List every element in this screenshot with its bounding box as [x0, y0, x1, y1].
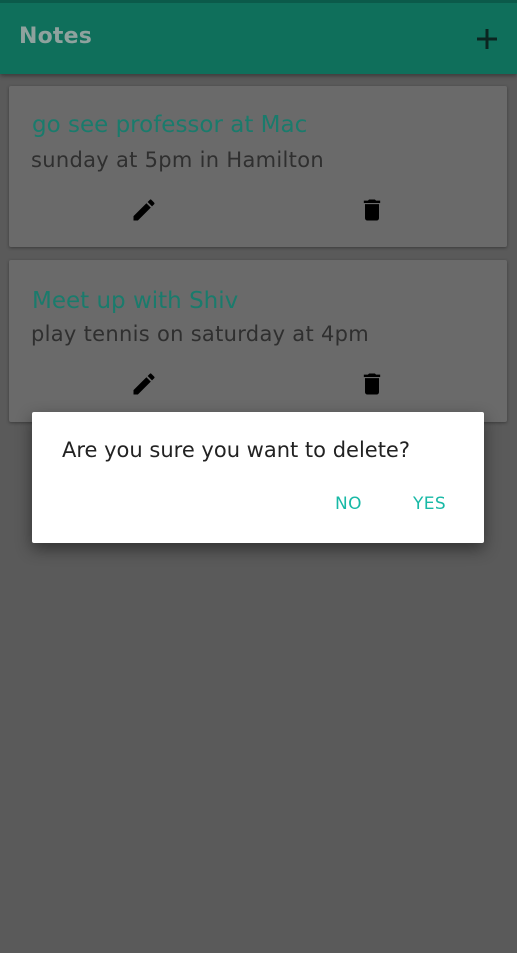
note-title: Meet up with Shiv — [32, 288, 239, 314]
note-body: sunday at 5pm in Hamilton — [31, 148, 324, 172]
note-body: play tennis on saturday at 4pm — [31, 322, 370, 346]
pencil-icon[interactable] — [130, 370, 158, 398]
status-strip — [0, 0, 517, 3]
dialog-message: Are you sure you want to delete? — [62, 438, 410, 462]
note-card[interactable]: Meet up with Shiv play tennis on saturda… — [9, 260, 507, 422]
no-button[interactable]: NO — [335, 494, 362, 514]
plus-icon[interactable] — [474, 26, 500, 52]
note-card[interactable]: go see professor at Mac sunday at 5pm in… — [9, 86, 507, 247]
delete-confirm-dialog: Are you sure you want to delete? NO YES — [32, 412, 484, 543]
pencil-icon[interactable] — [130, 196, 158, 224]
yes-button[interactable]: YES — [413, 494, 446, 514]
toolbar-title: Notes — [19, 24, 93, 49]
trash-icon[interactable] — [358, 196, 386, 224]
app-toolbar: Notes — [0, 0, 517, 74]
note-title: go see professor at Mac — [32, 112, 308, 138]
trash-icon[interactable] — [358, 370, 386, 398]
